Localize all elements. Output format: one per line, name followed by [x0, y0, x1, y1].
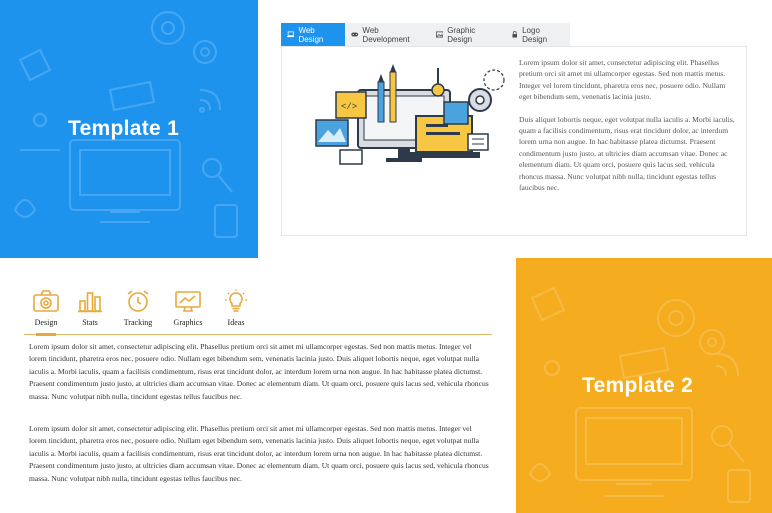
- tab-logo-design[interactable]: Logo Design: [505, 23, 570, 46]
- bar-chart-icon: [78, 292, 102, 313]
- tabs-divider: [24, 334, 492, 335]
- tab-tracking-label: Tracking: [123, 318, 153, 327]
- tab-ideas-label: Ideas: [227, 318, 245, 327]
- alarm-clock-icon: [127, 290, 149, 312]
- template1-tabbar: Web Design Web Development Graphic Desig…: [281, 23, 570, 46]
- lightbulb-icon: [225, 289, 247, 312]
- template2-banner: Template 2: [516, 258, 772, 513]
- tab-graphics-label: Graphics: [173, 318, 203, 327]
- tab-web-development[interactable]: Web Development: [345, 23, 430, 46]
- tab-stats[interactable]: Stats: [64, 289, 116, 327]
- template2-paragraph: Lorem ipsum dolor sit amet, consectetur …: [29, 424, 489, 483]
- web-design-illustration: </>: [315, 64, 505, 165]
- template1-paragraph: Duis aliquet lobortis neque, eget volutp…: [519, 114, 735, 193]
- template2-title: Template 2: [582, 374, 694, 397]
- image-icon: [435, 31, 444, 38]
- tab-web-design[interactable]: Web Design: [281, 23, 345, 46]
- tab-web-development-label: Web Development: [362, 25, 410, 44]
- gamepad-icon: [351, 32, 359, 37]
- tab-graphic-design-label: Graphic Design: [447, 25, 476, 44]
- tab-logo-design-label: Logo Design: [522, 25, 548, 44]
- tab-stats-label: Stats: [82, 318, 98, 327]
- tab-tracking[interactable]: Tracking: [112, 289, 164, 327]
- tab-graphic-design[interactable]: Graphic Design: [430, 23, 505, 46]
- tab-graphics[interactable]: Graphics: [162, 289, 214, 327]
- laptop-icon: [287, 31, 295, 38]
- monitor-icon: [175, 291, 201, 312]
- tab-ideas[interactable]: Ideas: [210, 289, 262, 327]
- template1-title: Template 1: [68, 117, 180, 140]
- lock-icon: [512, 31, 517, 38]
- template1-banner: Template 1: [0, 0, 258, 258]
- camera-icon: [33, 290, 59, 312]
- svg-text:</>: </>: [341, 102, 357, 112]
- template1-content-text: Lorem ipsum dolor sit amet, consectetur …: [519, 57, 737, 204]
- template1-paragraph: Lorem ipsum dolor sit amet, consectetur …: [519, 58, 726, 102]
- template2-paragraph: Lorem ipsum dolor sit amet, consectetur …: [29, 342, 489, 401]
- tab-web-design-label: Web Design: [298, 25, 324, 44]
- active-tab-indicator: [36, 333, 56, 336]
